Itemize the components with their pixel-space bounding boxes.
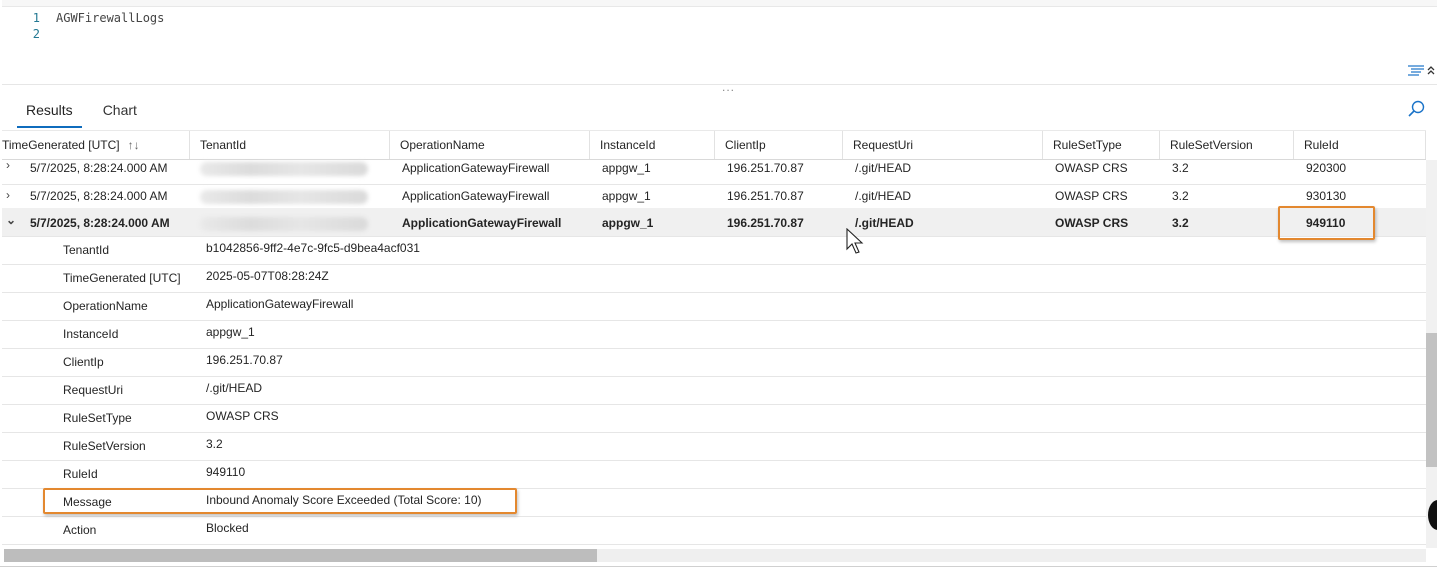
detail-value: Blocked [206, 521, 249, 535]
format-icon[interactable] [1407, 64, 1425, 78]
detail-key: OperationName [63, 299, 148, 313]
tab-chart[interactable]: Chart [94, 96, 146, 126]
cell-instance: appgw_1 [602, 161, 651, 175]
chevron-down-icon[interactable]: ⌄ [6, 213, 16, 233]
query-editor[interactable]: 1 AGWFirewallLogs 2 [2, 0, 1437, 85]
editor-toolbar [1407, 64, 1435, 78]
detail-key: Action [63, 523, 97, 537]
detail-row-instanceid: InstanceId appgw_1 [2, 320, 1426, 349]
cell-time: 5/7/2025, 8:28:24.000 AM [30, 161, 168, 175]
detail-value: OWASP CRS [206, 409, 279, 423]
results-tabs: Results Chart [17, 96, 146, 128]
column-header-requesturi[interactable]: RequestUri [843, 131, 1043, 159]
tab-results[interactable]: Results [17, 96, 82, 128]
search-icon[interactable] [1407, 99, 1427, 119]
chevron-right-icon[interactable]: › [6, 188, 16, 208]
detail-row-operationname: OperationName ApplicationGatewayFirewall [2, 292, 1426, 321]
cell-rule-id: 920300 [1306, 161, 1347, 175]
cell-client-ip: 196.251.70.87 [727, 161, 804, 175]
bottom-divider [0, 566, 1437, 567]
detail-row-rulesettype: RuleSetType OWASP CRS [2, 404, 1426, 433]
query-text[interactable]: AGWFirewallLogs [56, 11, 164, 25]
collapse-icon[interactable] [1427, 64, 1435, 78]
column-header-rulesetversion[interactable]: RuleSetVersion [1160, 131, 1294, 159]
message-highlight-box [43, 488, 517, 514]
detail-row-timegenerated: TimeGenerated [UTC] 2025-05-07T08:28:24Z [2, 264, 1426, 293]
detail-row-rulesetversion: RuleSetVersion 3.2 [2, 432, 1426, 461]
detail-row-action: Action Blocked [2, 516, 1426, 545]
detail-key: RuleSetVersion [63, 439, 146, 453]
detail-value: appgw_1 [206, 325, 255, 339]
column-header-timegenerated[interactable]: TimeGenerated [UTC] ↑↓ [2, 131, 190, 159]
line-number: 1 [32, 11, 40, 25]
detail-value: b1042856-9ff2-4e7c-9fc5-d9bea4acf031 [206, 241, 420, 255]
detail-row-requesturi: RequestUri /.git/HEAD [2, 376, 1426, 405]
redacted-tenant-id [200, 162, 368, 176]
column-header-clientip[interactable]: ClientIp [715, 131, 843, 159]
cell-ruleset-version: 3.2 [1172, 161, 1189, 175]
detail-key: RuleSetType [63, 411, 132, 425]
column-header-ruleid[interactable]: RuleId [1294, 131, 1426, 159]
detail-value: 196.251.70.87 [206, 353, 283, 367]
sort-icon[interactable]: ↑↓ [128, 138, 140, 152]
detail-value: /.git/HEAD [206, 381, 263, 395]
detail-key: RequestUri [63, 383, 124, 397]
vertical-scrollbar-thumb[interactable] [1426, 333, 1437, 467]
column-header-operationname[interactable]: OperationName [390, 131, 590, 159]
detail-key: ClientIp [63, 355, 104, 369]
detail-value: 3.2 [206, 437, 223, 451]
column-header-rulesettype[interactable]: RuleSetType [1043, 131, 1160, 159]
detail-value: 949110 [206, 465, 246, 479]
cell-ruleset-type: OWASP CRS [1055, 161, 1128, 175]
cell-operation: ApplicationGatewayFirewall [402, 161, 550, 175]
cell-request-uri: /.git/HEAD [855, 161, 912, 175]
pane-splitter[interactable]: ... [722, 80, 735, 94]
table-row[interactable]: › 5/7/2025, 8:28:24.000 AM ApplicationGa… [2, 156, 1426, 185]
mouse-cursor-icon [846, 227, 866, 256]
column-header-instanceid[interactable]: InstanceId [590, 131, 715, 159]
line-number: 2 [32, 27, 40, 41]
table-row-expanded[interactable]: ⌄ 5/7/2025, 8:28:24.000 AM ApplicationGa… [2, 208, 1426, 237]
detail-row-clientip: ClientIp 196.251.70.87 [2, 348, 1426, 377]
column-header-tenantid[interactable]: TenantId [190, 131, 390, 159]
detail-value: ApplicationGatewayFirewall [206, 297, 354, 311]
chevron-right-icon[interactable]: › [6, 158, 16, 178]
ruleid-highlight-box [1278, 206, 1375, 240]
detail-value: 2025-05-07T08:28:24Z [206, 269, 329, 283]
detail-row-tenantid: TenantId b1042856-9ff2-4e7c-9fc5-d9bea4a… [2, 236, 1426, 265]
redacted-tenant-id [200, 190, 368, 204]
redacted-tenant-id [200, 217, 368, 231]
detail-key: TenantId [63, 243, 110, 257]
editor-top-border [2, 0, 1437, 7]
detail-row-ruleid: RuleId 949110 [2, 460, 1426, 489]
column-header-label: TimeGenerated [UTC] [2, 138, 120, 152]
detail-key: RuleId [63, 467, 98, 481]
results-grid: TimeGenerated [UTC] ↑↓ TenantId Operation… [2, 130, 1426, 548]
detail-key: InstanceId [63, 327, 119, 341]
horizontal-scrollbar-thumb[interactable] [4, 549, 597, 562]
detail-key: TimeGenerated [UTC] [63, 271, 181, 285]
